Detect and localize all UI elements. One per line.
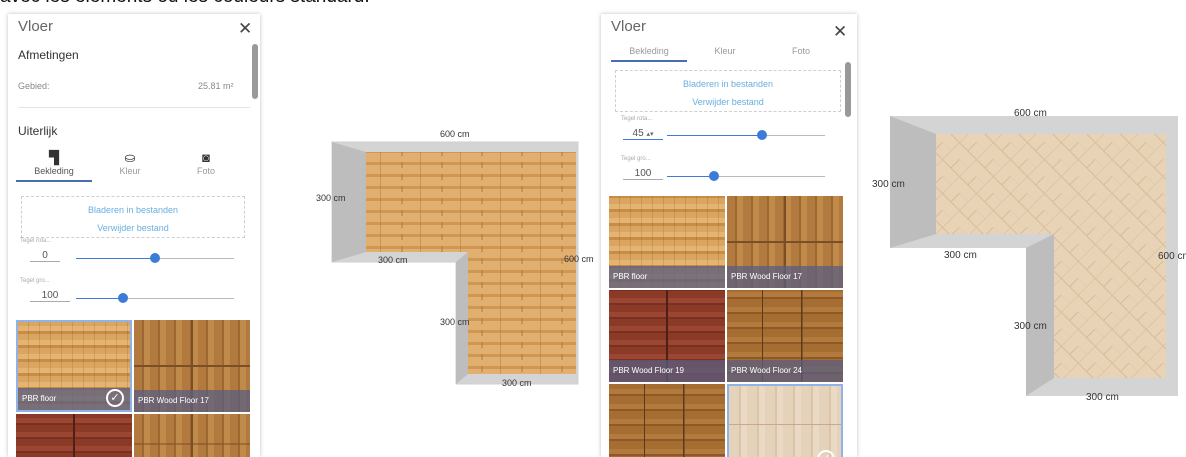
dim-left: 300 cm [872,179,905,190]
material-name: PBR Wood Floor 19 [609,360,725,382]
browse-files-link[interactable]: Bladeren in bestanden [22,201,244,219]
panel-title: Vloer [18,18,54,35]
browse-files-link[interactable]: Bladeren in bestanden [616,75,840,93]
material-tile[interactable]: PBR floor [609,196,725,288]
paint-roller-icon: ▜ [49,150,59,165]
material-tile[interactable] [16,414,132,457]
scrollbar[interactable] [845,62,851,117]
remove-file-link[interactable]: Verwijder bestand [616,93,840,111]
spinner-icon[interactable]: ▴▾ [646,131,653,138]
tab-bekleding[interactable]: ▜ Bekleding [16,150,92,182]
dim-inner-vertical: 300 cm [440,317,470,327]
slider-fill [76,258,155,259]
appearance-tabs: ▜ Bekleding ⛀ Kleur ◙ Foto [16,150,244,182]
area-value: 25.81 m² [198,81,234,91]
material-name: PBR Wood Floor 17 [727,266,843,288]
size-label: Tegel gro... [20,278,50,284]
floor-plan-right[interactable]: 600 cm 300 cm 600 cm 300 cm 300 cm 300 c… [866,100,1186,410]
slider-knob[interactable] [150,253,160,263]
divider [18,107,250,108]
material-tile[interactable]: PBR floor ✓ [16,320,132,412]
close-icon[interactable]: ✕ [238,19,252,39]
rotation-label: Tegel rota... [621,116,653,122]
checkmark-icon: ✓ [817,450,835,457]
close-icon[interactable]: ✕ [833,22,847,42]
panel-title: Vloer [611,18,647,35]
size-input[interactable]: 100 [623,168,663,180]
rotation-slider[interactable] [76,253,234,263]
file-drop-zone: Bladeren in bestanden Verwijder bestand [21,196,245,238]
material-tile[interactable] [134,414,250,457]
rotation-input[interactable]: 0 [30,250,60,262]
material-tile[interactable]: PBR Wood Floor 24 [727,290,843,382]
dim-right: 600 cm [564,254,594,264]
floor-panel-left: Vloer ✕ Afmetingen Gebied: 25.81 m² Uite… [8,14,260,457]
dim-top: 600 cm [1014,108,1047,119]
size-slider[interactable] [76,293,234,303]
dim-bottom: 300 cm [502,378,532,388]
checkmark-icon: ✓ [106,389,124,407]
dim-bottom: 300 cm [1086,392,1119,403]
rotation-input[interactable]: 45 ▴▾ [623,128,663,140]
paint-bucket-icon: ⛀ [124,150,136,165]
material-name: PBR floor [609,266,725,288]
floor-plan-left[interactable]: 600 cm 300 cm 600 cm 300 cm 300 cm 300 c… [300,120,600,400]
material-tile[interactable]: PBR Wood Floor 17 [727,196,843,288]
area-label: Gebied: [18,81,50,91]
camera-icon: ◙ [202,150,210,165]
dim-inner-horizontal: 300 cm [944,250,977,261]
material-name: PBR Wood Floor 17 [134,390,250,412]
dim-top: 600 cm [440,129,470,139]
rotation-value: 45 [632,128,644,139]
caption-text: avec les éléments ou les couleurs standa… [0,0,370,8]
floor-panel-right: Vloer ✕ Bekleding Kleur Foto Bladeren in… [601,14,857,457]
tab-bekleding[interactable]: Bekleding [611,46,687,62]
material-tile[interactable]: PBR Wood Floor 19 [609,290,725,382]
size-label: Tegel gro... [621,156,651,162]
slider-knob[interactable] [118,293,129,303]
section-appearance: Uiterlijk [18,124,58,138]
slider-fill [667,176,715,177]
rotation-label: Tegel rota... [20,238,52,244]
slider-knob[interactable] [756,130,767,140]
file-drop-zone: Bladeren in bestanden Verwijder bestand [615,70,841,112]
dim-right: 600 cm [1158,251,1186,262]
tab-foto[interactable]: ◙ Foto [168,150,244,182]
material-tile[interactable] [609,384,725,457]
size-slider[interactable] [667,171,825,181]
slider-fill [667,135,762,136]
tab-label: Kleur [119,166,141,176]
tab-kleur[interactable]: ⛀ Kleur [92,150,168,182]
material-name: PBR Wood Floor 24 [727,360,843,382]
remove-file-link[interactable]: Verwijder bestand [22,219,244,237]
size-input[interactable]: 100 [30,290,70,302]
material-tile[interactable]: ✓ [727,384,843,457]
appearance-tabs: Bekleding Kleur Foto [611,46,839,62]
slider-knob[interactable] [709,171,720,181]
slider-fill [76,298,124,299]
tab-kleur[interactable]: Kleur [687,46,763,62]
section-dimensions: Afmetingen [18,48,79,62]
tab-label: Bekleding [34,166,74,176]
scrollbar[interactable] [252,44,258,99]
dim-inner-horizontal: 300 cm [378,255,408,265]
tab-foto[interactable]: Foto [763,46,839,62]
material-tile[interactable]: PBR Wood Floor 17 [134,320,250,412]
rotation-slider[interactable] [667,130,825,140]
dim-inner-vertical: 300 cm [1014,321,1047,332]
tab-label: Foto [196,166,215,176]
dim-left: 300 cm [316,193,346,203]
